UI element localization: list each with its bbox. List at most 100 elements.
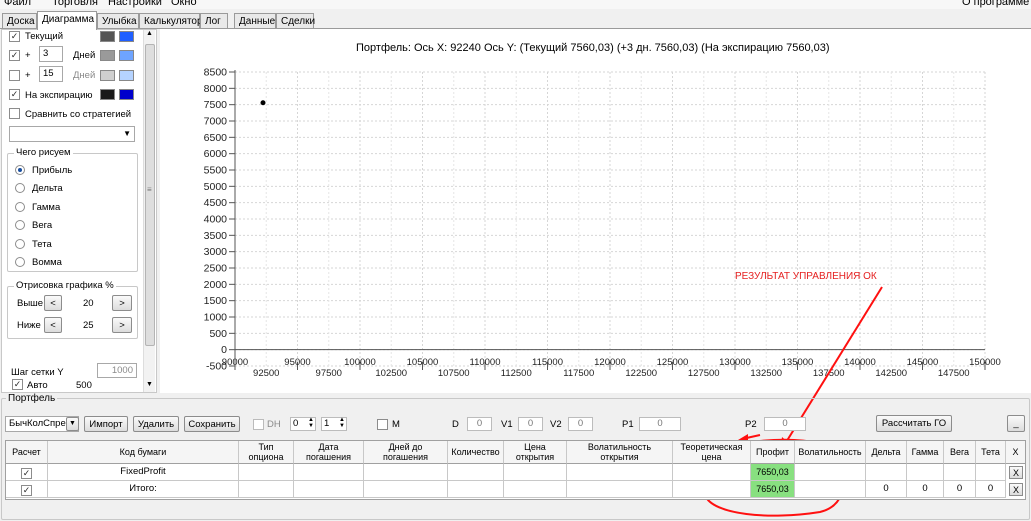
v2-label: V2 (550, 419, 562, 430)
table-row-1-open-vol[interactable] (567, 464, 673, 481)
y-tick-label: 8500 (204, 67, 228, 79)
col-header-profit[interactable]: Профит (751, 441, 795, 464)
table-row-1-vol[interactable] (795, 464, 866, 481)
y-tick-label: 8000 (204, 83, 228, 95)
table-row-2-days[interactable] (364, 481, 448, 498)
dh-label: DH (267, 419, 281, 430)
x-minor-tick-label: 122500 (625, 368, 657, 379)
y-tick-label: 4500 (204, 197, 228, 209)
table-row-2-vega[interactable]: 0 (944, 481, 976, 498)
table-row-2-price[interactable] (504, 481, 567, 498)
x-minor-tick-label: 132500 (750, 368, 782, 379)
table-row-1-days[interactable] (364, 464, 448, 481)
x-tick-label: 135000 (782, 357, 814, 368)
y-tick-label: 6000 (204, 148, 228, 160)
dh-stepper-2[interactable]: 1 ▲ ▼ (321, 417, 347, 431)
table-row-1-price[interactable] (504, 464, 567, 481)
table-row-2-open-vol[interactable] (567, 481, 673, 498)
spin-arrows-icon[interactable]: ▲ ▼ (308, 417, 314, 429)
col-header-open-volatility[interactable]: Волатильность открытия (567, 441, 673, 464)
data-point (260, 100, 266, 106)
d-label: D (452, 419, 459, 430)
y-tick-label: 0 (221, 344, 227, 356)
import-button[interactable]: Импорт (84, 416, 128, 432)
row-2-calc-checkbox[interactable]: ✓ (21, 485, 32, 496)
p2-label: P2 (745, 419, 757, 430)
table-row-1-delta[interactable] (866, 464, 907, 481)
row-1-remove-button[interactable]: X (1009, 466, 1023, 479)
table-row-1-gamma[interactable] (907, 464, 944, 481)
x-tick-label: 115000 (532, 357, 563, 368)
table-row-2-calc[interactable]: ✓ (6, 481, 48, 498)
y-tick-label: 5500 (204, 165, 228, 177)
table-row-1-date[interactable] (294, 464, 364, 481)
col-header-remove[interactable]: X (1006, 441, 1025, 464)
table-row-2-qty[interactable] (448, 481, 504, 498)
table-row-2-theta[interactable]: 0 (976, 481, 1006, 498)
save-button[interactable]: Сохранить (184, 416, 240, 432)
table-row-1-calc[interactable]: ✓ (6, 464, 48, 481)
x-minor-tick-label: 117500 (563, 368, 594, 379)
calc-margin-button[interactable]: Рассчитать ГО (876, 415, 952, 432)
delete-button[interactable]: Удалить (133, 416, 179, 432)
row-1-calc-checkbox[interactable]: ✓ (21, 468, 32, 479)
dh-checkbox[interactable] (253, 419, 264, 430)
table-row-2-profit[interactable]: 7650,03 (751, 481, 795, 498)
dh-stepper-1[interactable]: 0 ▲ ▼ (290, 417, 316, 431)
x-minor-tick-label: 137500 (813, 368, 845, 379)
portfolio-dropdown-chevron-icon[interactable]: ▼ (66, 417, 79, 431)
col-header-calc[interactable]: Расчет (6, 441, 48, 464)
y-tick-label: 7500 (204, 99, 228, 111)
y-tick-label: 1000 (204, 312, 228, 324)
table-row-2-vol[interactable] (795, 481, 866, 498)
m-checkbox[interactable] (377, 419, 388, 430)
x-minor-tick-label: 142500 (875, 368, 907, 379)
tab-diagram[interactable]: Диаграмма (37, 11, 97, 30)
col-header-vega[interactable]: Вега (944, 441, 976, 464)
table-row-1-profit[interactable]: 7650,03 (751, 464, 795, 481)
row-2-remove-button[interactable]: X (1009, 483, 1023, 496)
col-header-volatility[interactable]: Волатильность (795, 441, 866, 464)
col-header-code[interactable]: Код бумаги (48, 441, 239, 464)
p1-input[interactable]: 0 (639, 417, 681, 431)
annotation-label: РЕЗУЛЬТАТ УПРАВЛЕНИЯ ОК (735, 271, 877, 282)
table-row-2-delta[interactable]: 0 (866, 481, 907, 498)
col-header-theoretical-price[interactable]: Теоретическая цена (673, 441, 751, 464)
table-row-2-date[interactable] (294, 481, 364, 498)
col-header-theta[interactable]: Тета (976, 441, 1006, 464)
table-row-2-theor[interactable] (673, 481, 751, 498)
y-tick-label: 2500 (204, 263, 228, 275)
v1-label: V1 (501, 419, 513, 430)
col-header-gamma[interactable]: Гамма (907, 441, 944, 464)
table-row-1-theor[interactable] (673, 464, 751, 481)
table-row-1-vega[interactable] (944, 464, 976, 481)
table-row-1-code[interactable]: FixedProfit (48, 464, 239, 481)
y-tick-label: 3000 (204, 246, 228, 258)
col-header-delta[interactable]: Дельта (866, 441, 907, 464)
m-label: M (392, 419, 400, 430)
col-header-option-type[interactable]: Тип опциона (239, 441, 294, 464)
col-header-days-to-expiry[interactable]: Дней до погашения (364, 441, 448, 464)
v1-input[interactable]: 0 (518, 417, 543, 431)
p2-input[interactable]: 0 (764, 417, 806, 431)
x-minor-tick-label: 147500 (938, 368, 970, 379)
portfolio-title: Портфель (6, 393, 58, 404)
x-tick-label: 130000 (719, 357, 751, 368)
x-minor-tick-label: 127500 (688, 368, 720, 379)
table-row-2-type[interactable] (239, 481, 294, 498)
chart-axes: -500050010001500200025003000350040004500… (204, 67, 1001, 380)
table-row-1-theta[interactable] (976, 464, 1006, 481)
table-row-1-qty[interactable] (448, 464, 504, 481)
x-tick-label: 95000 (284, 357, 310, 368)
col-header-quantity[interactable]: Количество (448, 441, 504, 464)
p1-label: P1 (622, 419, 634, 430)
col-header-open-price[interactable]: Цена открытия (504, 441, 567, 464)
table-row-1-type[interactable] (239, 464, 294, 481)
table-row-2-gamma[interactable]: 0 (907, 481, 944, 498)
spin-arrows-icon-2[interactable]: ▲ ▼ (339, 417, 345, 429)
v2-input[interactable]: 0 (568, 417, 593, 431)
col-header-expiry-date[interactable]: Дата погашения (294, 441, 364, 464)
table-row-2-code[interactable]: Итого: (48, 481, 239, 498)
d-input[interactable]: 0 (467, 417, 492, 431)
minimize-button[interactable]: _ (1007, 415, 1025, 432)
